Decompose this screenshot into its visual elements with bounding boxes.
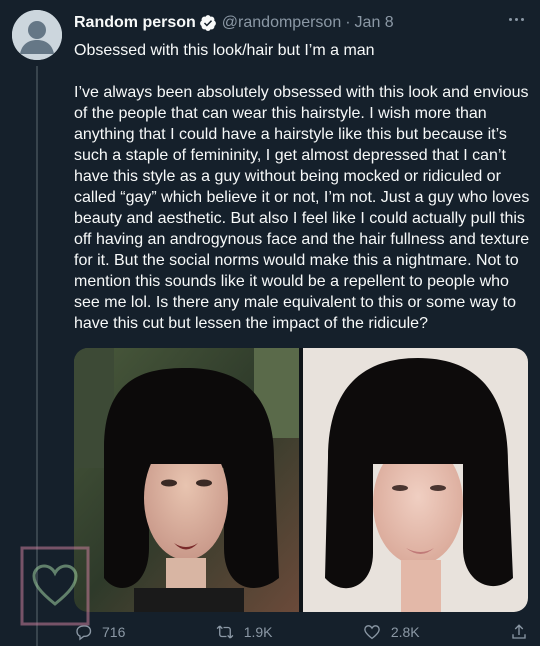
default-avatar-icon [12, 10, 62, 60]
retweet-icon [216, 625, 234, 639]
separator: · [345, 14, 351, 31]
photo-left[interactable] [74, 348, 299, 612]
retweet-count: 1.9K [243, 624, 273, 640]
share-icon [512, 624, 526, 639]
verified-badge-icon [199, 14, 217, 32]
photo-right[interactable] [303, 348, 528, 612]
more-icon[interactable] [509, 18, 524, 21]
reply-icon [76, 625, 92, 641]
tweet-actions: 716 1.9K 2.8K [74, 620, 528, 644]
like-count: 2.8K [390, 624, 420, 640]
portrait-left-image [74, 348, 299, 612]
tweet-media[interactable] [74, 348, 528, 612]
watermark-logo [20, 546, 90, 626]
avatar[interactable] [12, 10, 62, 60]
portrait-right-image [303, 348, 528, 612]
reply-count: 716 [102, 624, 126, 640]
author-handle[interactable]: @randomperson [222, 14, 341, 32]
reply-button[interactable]: 716 [74, 623, 125, 641]
like-button[interactable]: 2.8K [363, 623, 420, 641]
tweet-header: Random person @randomperson · Jan 8 [74, 12, 528, 34]
author-name[interactable]: Random person [74, 14, 196, 32]
share-button[interactable] [510, 623, 528, 641]
retweet-button[interactable]: 1.9K [216, 623, 273, 641]
tweet-date[interactable]: Jan 8 [355, 14, 394, 32]
tweet-text: Obsessed with this look/hair but I’m a m… [74, 42, 530, 332]
like-icon [364, 625, 380, 640]
